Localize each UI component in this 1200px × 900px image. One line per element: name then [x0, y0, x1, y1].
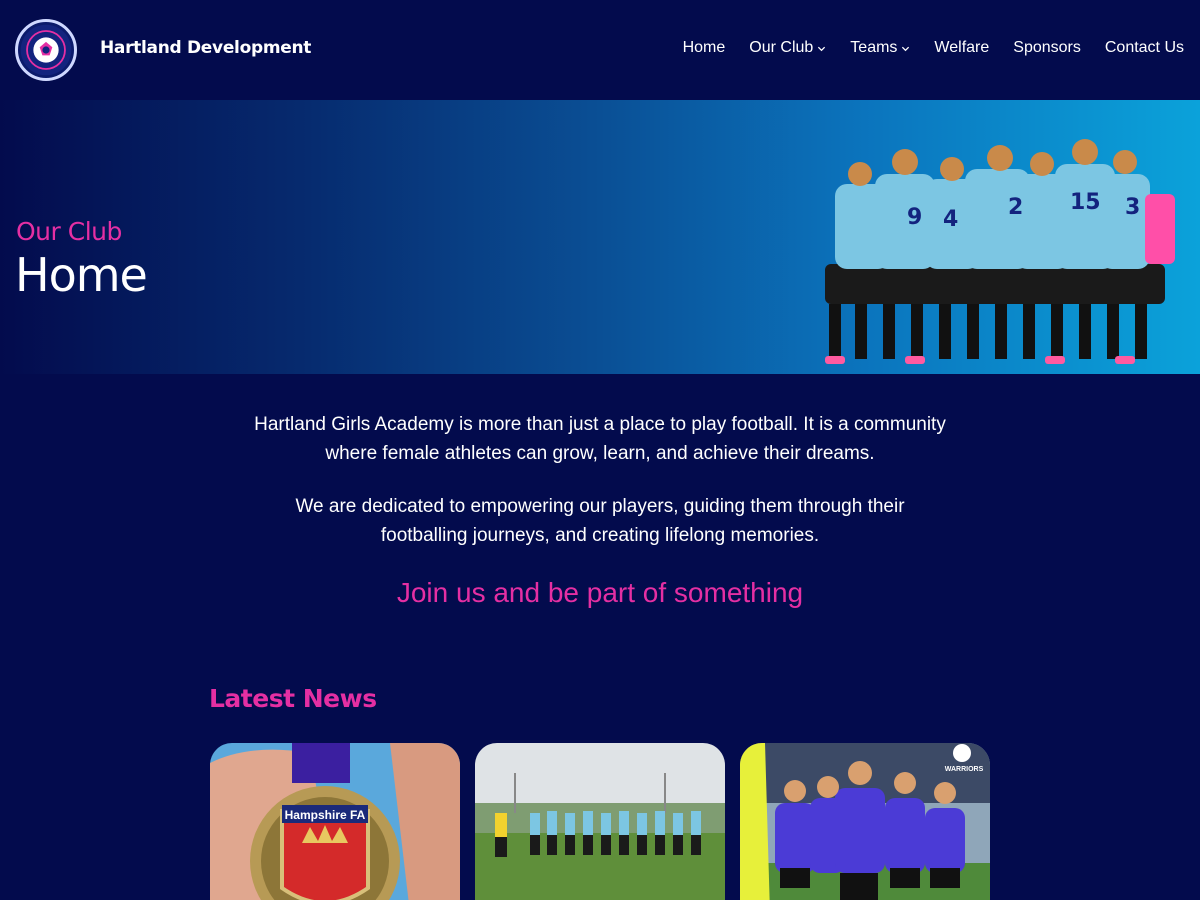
site-header: Hartland Development Home Our Club Teams… [0, 0, 1200, 100]
news-card-medal[interactable]: Hampshire FA [210, 743, 460, 900]
chevron-down-icon [817, 44, 826, 53]
nav-teams-label: Teams [850, 39, 898, 56]
nav-teams[interactable]: Teams [850, 39, 910, 57]
svg-text:3: 3 [1125, 195, 1140, 220]
nav-welfare[interactable]: Welfare [934, 39, 989, 57]
page-title: Home [15, 248, 148, 302]
svg-text:2: 2 [1008, 195, 1023, 220]
nav-home-label: Home [682, 39, 726, 56]
team-celebration-photo [475, 743, 725, 900]
goal-celebration-photo: WARRIORS [740, 743, 990, 900]
nav-contact-us[interactable]: Contact Us [1105, 39, 1184, 57]
latest-news-heading: Latest News [209, 684, 377, 713]
news-card-goal-celebration[interactable]: WARRIORS [740, 743, 990, 900]
svg-text:4: 4 [943, 207, 958, 232]
hero-banner: Our Club Home 9 4 2 15 3 [0, 100, 1200, 374]
news-card-team-celebration[interactable] [475, 743, 725, 900]
nav-sponsors[interactable]: Sponsors [1013, 39, 1081, 57]
svg-text:WARRIORS: WARRIORS [945, 766, 984, 773]
nav-sponsors-label: Sponsors [1013, 39, 1081, 56]
team-huddle-photo: 94 2 15 3 [815, 134, 1185, 374]
nav-contact-us-label: Contact Us [1104, 39, 1184, 56]
cta-text: Join us and be part of something [396, 577, 804, 608]
main-nav: Home Our Club Teams Welfare Sponsors Con… [659, 39, 1184, 57]
nav-home[interactable]: Home [683, 39, 726, 57]
intro-paragraph-2: We are dedicated to empowering our playe… [295, 496, 905, 546]
medal-photo: Hampshire FA [210, 743, 460, 900]
nav-our-club-label: Our Club [749, 39, 814, 56]
svg-text:15: 15 [1070, 190, 1101, 215]
nav-our-club[interactable]: Our Club [749, 39, 826, 57]
site-title[interactable]: Hartland Development [100, 38, 311, 58]
chevron-down-icon [901, 44, 910, 53]
club-logo[interactable] [15, 19, 77, 81]
hero-kicker: Our Club [16, 217, 122, 246]
svg-text:9: 9 [907, 205, 922, 230]
intro-paragraph-1: Hartland Girls Academy is more than just… [254, 414, 946, 464]
svg-text:Hampshire FA: Hampshire FA [285, 808, 366, 822]
club-crest-icon [20, 24, 72, 76]
nav-welfare-label: Welfare [934, 39, 990, 56]
intro-text: Hartland Girls Academy is more than just… [250, 410, 950, 574]
